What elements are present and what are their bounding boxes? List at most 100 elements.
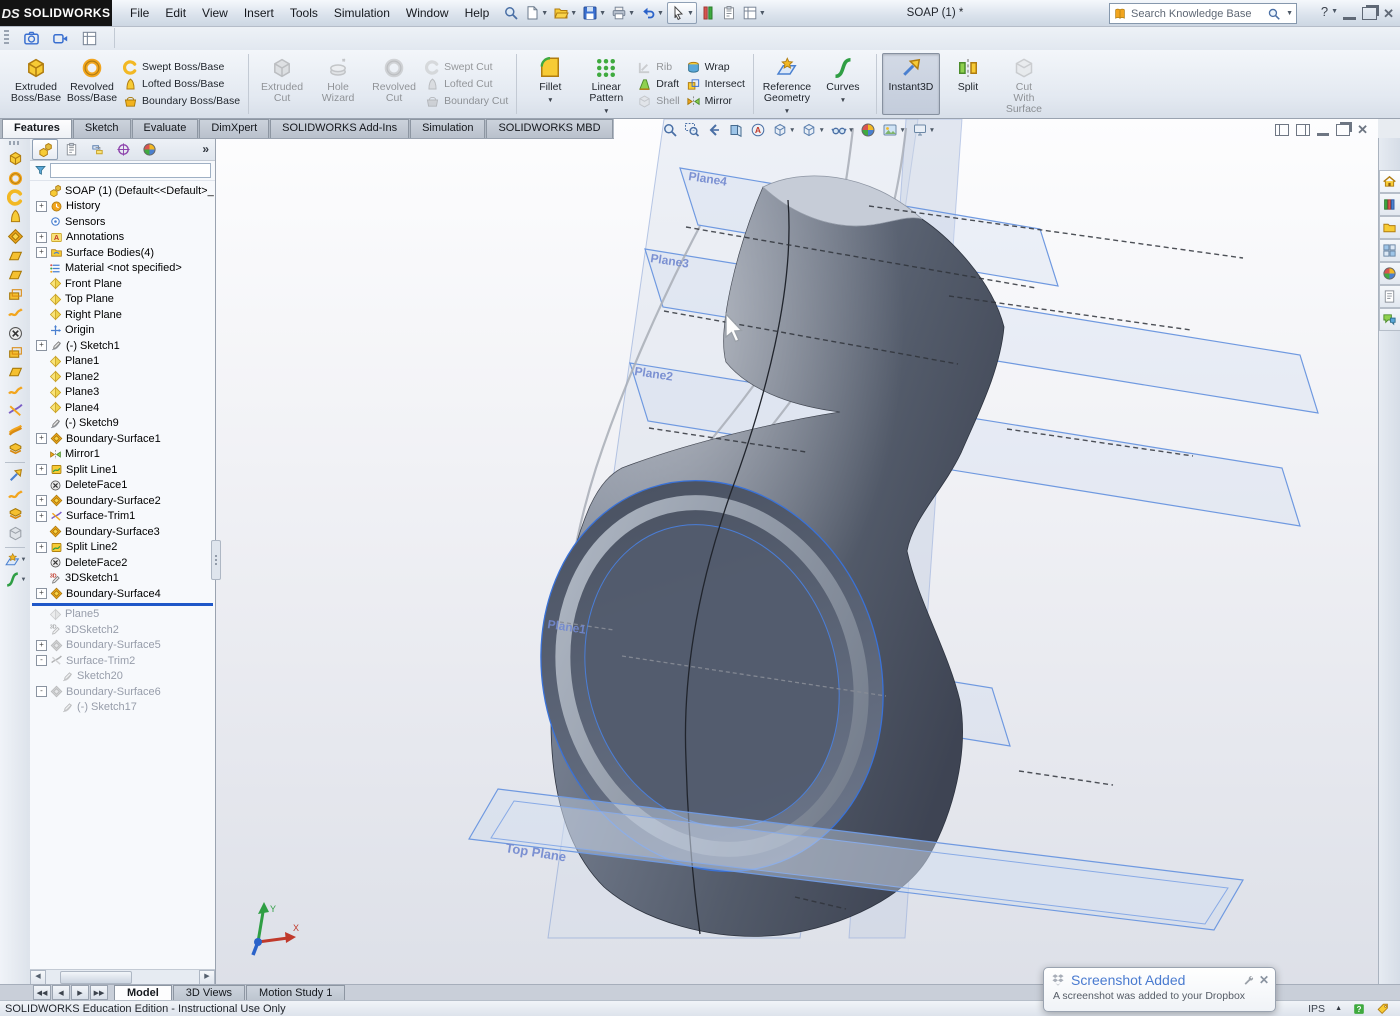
tree-item-surface-trim1[interactable]: +Surface-Trim1 (30, 509, 215, 525)
options-button[interactable]: ▼ (740, 3, 768, 23)
tree-item--sketch1[interactable]: +(-) Sketch1 (30, 338, 215, 354)
expand-toggle[interactable]: + (36, 464, 47, 475)
tree-item-plane4[interactable]: Plane4 (30, 400, 215, 416)
tree-item-history[interactable]: +History (30, 199, 215, 215)
undo-button[interactable]: ▼ (638, 3, 666, 23)
scrollbar-thumb[interactable] (60, 971, 132, 984)
menu-edit[interactable]: Edit (157, 1, 194, 26)
chevron-down-icon[interactable]: ▼ (1286, 10, 1293, 17)
tab-simulation[interactable]: Simulation (410, 119, 485, 138)
close-button[interactable]: ✕ (1383, 8, 1394, 19)
custom-properties-button[interactable] (1379, 285, 1400, 308)
display-manager-tab[interactable] (136, 139, 162, 160)
tab-features[interactable]: Features (2, 119, 72, 138)
doc-tab-model[interactable]: Model (114, 985, 172, 1001)
status-expander[interactable]: ▲ (1335, 1005, 1342, 1012)
chevron-down-icon[interactable]: ▼ (1331, 8, 1338, 15)
last-tab-button[interactable]: ▶▶ (90, 985, 108, 1000)
expand-toggle[interactable]: - (36, 686, 47, 697)
boundary-boss-button[interactable]: Boundary Boss/Base (123, 94, 240, 109)
expand-toggle[interactable]: + (36, 232, 47, 243)
scroll-left-button[interactable]: ◀ (30, 970, 46, 985)
tree-item-boundary-surface2[interactable]: +Boundary-Surface2 (30, 493, 215, 509)
minimize-button[interactable] (1343, 6, 1356, 20)
record-video-button[interactable] (52, 30, 69, 47)
print-button[interactable]: ▼ (609, 3, 637, 23)
file-explorer-button[interactable] (1379, 216, 1400, 239)
first-tab-button[interactable]: ◀◀ (33, 985, 51, 1000)
tree-item-plane1[interactable]: Plane1 (30, 354, 215, 370)
tree-item-surface-trim2[interactable]: -Surface-Trim2 (30, 653, 215, 669)
overflow-chevron[interactable]: » (202, 142, 209, 156)
display-style-button[interactable]: ▼ (799, 121, 826, 139)
view-orientation-button[interactable]: ▼ (770, 121, 797, 139)
new-document-button[interactable]: ▼ (522, 3, 550, 23)
previous-view-button[interactable] (704, 121, 724, 139)
doc-minimize-button[interactable] (1317, 125, 1329, 136)
expand-toggle[interactable]: + (36, 640, 47, 651)
expand-toggle[interactable]: + (36, 201, 47, 212)
tree-item-boundary-surface6[interactable]: -Boundary-Surface6 (30, 684, 215, 700)
extruded-surface-button[interactable] (7, 150, 24, 167)
design-library-button[interactable] (1379, 193, 1400, 216)
tree-item-boundary-surface4[interactable]: +Boundary-Surface4 (30, 586, 215, 602)
tab-evaluate[interactable]: Evaluate (132, 119, 199, 138)
mirror-button[interactable]: Mirror (686, 94, 745, 109)
solidworks-forum-button[interactable] (1379, 308, 1400, 331)
menu-help[interactable]: Help (457, 1, 498, 26)
hide-show-items-button[interactable]: ▼ (829, 121, 856, 139)
tab-solidworks-mbd[interactable]: SOLIDWORKS MBD (486, 119, 612, 138)
fillet-button[interactable]: Fillet▼ (522, 53, 578, 115)
wrap-button[interactable]: Wrap (686, 60, 745, 75)
tree-item-deleteface2[interactable]: DeleteFace2 (30, 555, 215, 571)
apply-scene-button[interactable]: ▼ (880, 121, 907, 139)
tag-icon[interactable] (1376, 1002, 1390, 1016)
view-settings-button[interactable]: ▼ (910, 121, 937, 139)
tree-item-material-not-specified-[interactable]: Material <not specified> (30, 261, 215, 277)
tree-item--sketch9[interactable]: (-) Sketch9 (30, 416, 215, 432)
menu-insert[interactable]: Insert (236, 1, 282, 26)
rebuild-button[interactable] (698, 3, 718, 23)
tree-item-sketch20[interactable]: Sketch20 (30, 669, 215, 685)
annotation-views-button[interactable]: A (748, 121, 768, 139)
solidworks-resources-button[interactable] (1379, 170, 1400, 193)
extend-surface-button[interactable] (7, 383, 24, 400)
knowledge-base-search[interactable]: Search Knowledge Base ▼ (1109, 3, 1297, 24)
menu-simulation[interactable]: Simulation (326, 1, 398, 26)
tree-item-split-line2[interactable]: +Split Line2 (30, 540, 215, 556)
lofted-boss-button[interactable]: Lofted Boss/Base (123, 77, 240, 92)
linear-pattern-button[interactable]: LinearPattern▼ (578, 53, 634, 115)
tree-item-3dsketch1[interactable]: 3D3DSketch1 (30, 571, 215, 587)
prev-tab-button[interactable]: ◀ (52, 985, 70, 1000)
doc-tab-motion-study-1[interactable]: Motion Study 1 (246, 985, 345, 1001)
open-button[interactable]: ▼ (551, 3, 579, 23)
expand-toggle[interactable]: + (36, 340, 47, 351)
edit-appearance-button[interactable] (858, 121, 878, 139)
feature-tree-tab[interactable] (32, 139, 58, 160)
expand-toggle[interactable]: + (36, 247, 47, 258)
tree-item-surface-bodies-4-[interactable]: +Surface Bodies(4) (30, 245, 215, 261)
tree-horizontal-scrollbar[interactable]: ◀ ▶ (30, 969, 215, 984)
surface-flatten-button[interactable] (7, 525, 24, 542)
tab-solidworks-add-ins[interactable]: SOLIDWORKS Add-Ins (270, 119, 409, 138)
dimxpert-manager-tab[interactable] (110, 139, 136, 160)
view-palette-button[interactable] (1379, 239, 1400, 262)
trim-surface-button[interactable] (7, 402, 24, 419)
tree-item-boundary-surface1[interactable]: +Boundary-Surface1 (30, 431, 215, 447)
tree-item-boundary-surface5[interactable]: +Boundary-Surface5 (30, 638, 215, 654)
tree-item-soap-1-default-default-[interactable]: SOAP (1) (Default<<Default>_ (30, 183, 215, 199)
tree-item-right-plane[interactable]: Right Plane (30, 307, 215, 323)
menu-tools[interactable]: Tools (282, 1, 326, 26)
tab-dimxpert[interactable]: DimXpert (199, 119, 269, 138)
section-view-button[interactable] (726, 121, 746, 139)
curves-button[interactable]: Curves▼ (815, 53, 871, 115)
delete-face-button[interactable] (7, 325, 24, 342)
tree-item-plane3[interactable]: Plane3 (30, 385, 215, 401)
file-properties-button[interactable] (719, 3, 739, 23)
tree-filter-input[interactable] (50, 163, 211, 178)
next-tab-button[interactable]: ▶ (71, 985, 89, 1000)
revolved-surface-button[interactable] (7, 170, 24, 187)
tree-item-plane2[interactable]: Plane2 (30, 369, 215, 385)
search-icon[interactable] (1267, 7, 1281, 21)
help-status-icon[interactable]: ? (1352, 1002, 1366, 1016)
